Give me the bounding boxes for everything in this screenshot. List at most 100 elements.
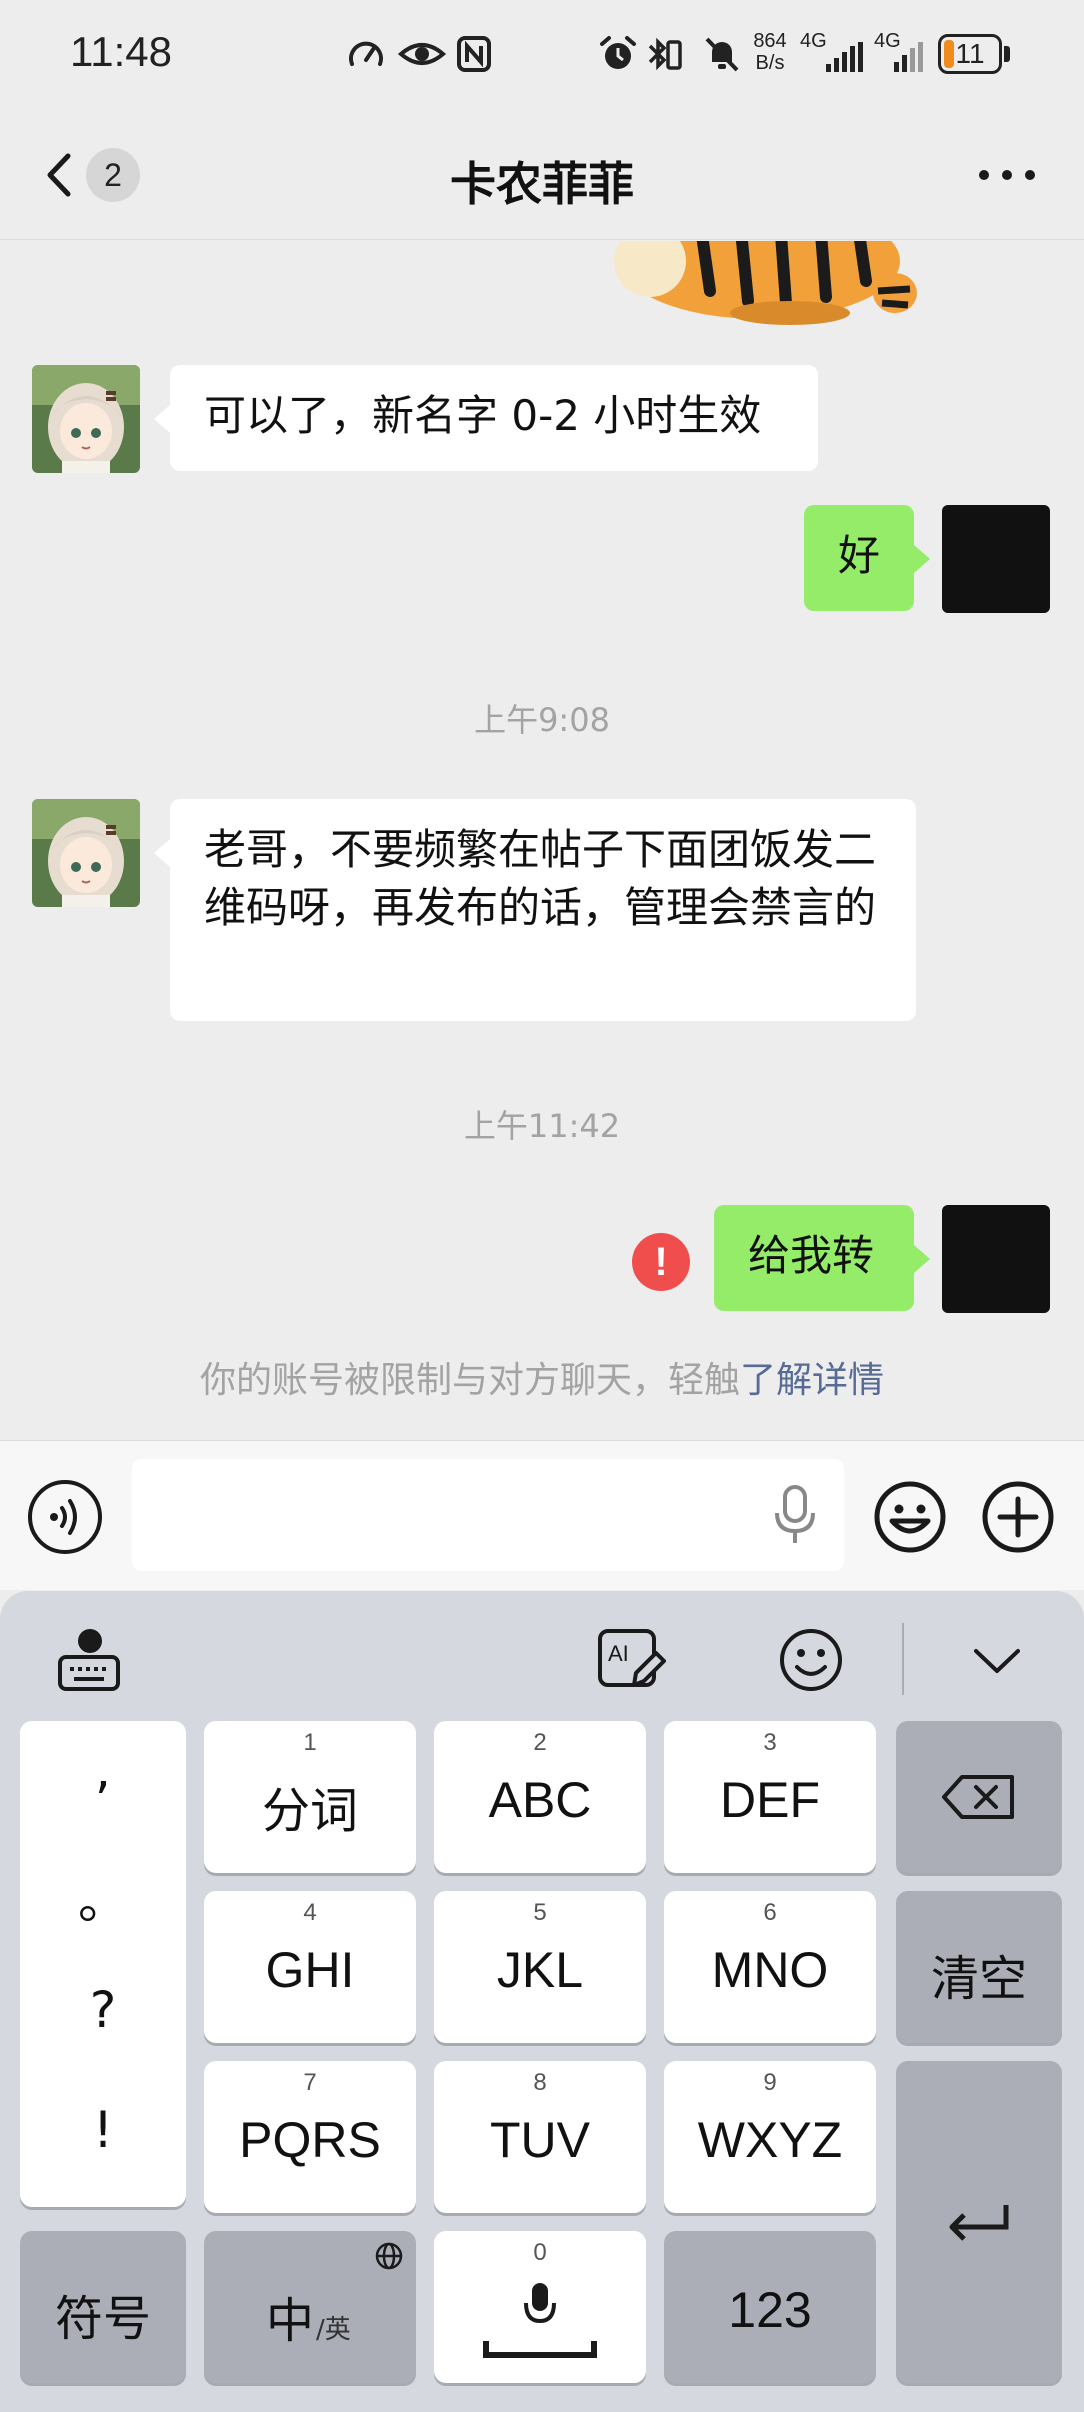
numbers-key[interactable]: 123 xyxy=(664,2231,876,2383)
backspace-key[interactable] xyxy=(896,1721,1062,1873)
emoji-icon[interactable] xyxy=(872,1479,948,1555)
key-number: 0 xyxy=(533,2239,547,2266)
bubble-tail xyxy=(154,405,170,433)
message-bubble-incoming[interactable]: 可以了，新名字 0-2 小时生效 xyxy=(170,365,818,471)
input-bar xyxy=(0,1440,1084,1590)
bubble-tail xyxy=(154,839,170,867)
key-label: 分词 xyxy=(261,1783,358,1839)
key-9-wxyz[interactable]: 9 WXYZ xyxy=(664,2061,876,2213)
clear-key-label: 清空 xyxy=(930,1951,1027,2007)
alarm-icon xyxy=(600,36,636,69)
enter-icon xyxy=(949,2205,1009,2241)
enter-key[interactable] xyxy=(896,2061,1062,2383)
mute-bell-icon xyxy=(705,37,739,72)
key-1-fenci[interactable]: 1 分词 xyxy=(204,1721,416,1873)
key-label: DEF xyxy=(720,1772,820,1828)
key-label: GHI xyxy=(265,1942,355,1998)
globe-icon xyxy=(375,2242,403,2270)
timestamp: 上午9:08 xyxy=(474,701,610,739)
svg-text:AI: AI xyxy=(608,1641,629,1666)
keyboard: AI , 。 ? ! 1 分词 2 ABC 3 DEF 4 GHI 5 JKL … xyxy=(0,1591,1084,2412)
key-number: 2 xyxy=(533,1729,547,1756)
network-type-1: 4G xyxy=(800,30,827,52)
key-number: 1 xyxy=(303,1729,317,1756)
restriction-text: 你的账号被限制与对方聊天，轻触 xyxy=(199,1360,740,1401)
status-bar: 11:48 864 B/s 4G 4G 11 xyxy=(0,0,1084,110)
status-time: 11:48 xyxy=(70,28,172,75)
microphone-icon[interactable] xyxy=(770,1483,820,1547)
voice-waves-icon xyxy=(50,1499,77,1535)
punctuation-column[interactable]: , 。 ? ! xyxy=(20,1721,186,2207)
bluetooth-icon xyxy=(648,37,682,71)
key-6-mno[interactable]: 6 MNO xyxy=(664,1891,876,2043)
my-avatar[interactable] xyxy=(942,1205,1050,1313)
key-5-jkl[interactable]: 5 JKL xyxy=(434,1891,646,2043)
key-3-def[interactable]: 3 DEF xyxy=(664,1721,876,1873)
keyboard-settings-icon[interactable] xyxy=(54,1625,124,1695)
numbers-key-label: 123 xyxy=(728,2282,812,2338)
bubble-tail xyxy=(914,545,930,573)
my-avatar[interactable] xyxy=(942,505,1050,613)
tiger-sticker-image[interactable] xyxy=(590,241,920,331)
key-2-abc[interactable]: 2 ABC xyxy=(434,1721,646,1873)
nfc-icon xyxy=(457,36,491,72)
battery-level: 11 xyxy=(955,38,985,69)
punct-period-key[interactable]: 。 xyxy=(20,1861,186,1933)
key-label: WXYZ xyxy=(697,2112,843,2168)
signal-1-icon xyxy=(826,42,863,72)
key-number: 5 xyxy=(533,1899,547,1926)
language-switch-key[interactable]: 中 /英 xyxy=(204,2231,416,2383)
key-4-ghi[interactable]: 4 GHI xyxy=(204,1891,416,2043)
key-label: MNO xyxy=(711,1942,829,1998)
lang-main-label: 中 xyxy=(266,2293,315,2349)
punct-comma-key[interactable]: , xyxy=(20,1741,186,1799)
ai-writing-icon[interactable]: AI xyxy=(596,1625,666,1695)
message-bubble-incoming[interactable]: 老哥，不要频繁在帖子下面团饭发二维码呀，再发布的话，管理会禁言的 xyxy=(170,799,916,1021)
keyboard-emoji-icon[interactable] xyxy=(776,1625,846,1695)
key-number: 8 xyxy=(533,2069,547,2096)
restriction-notice: 你的账号被限制与对方聊天，轻触了解详情 xyxy=(0,1351,1084,1403)
punct-question-key[interactable]: ? xyxy=(20,1981,186,2039)
speedometer-icon xyxy=(349,41,383,66)
symbols-key[interactable]: 符号 xyxy=(20,2231,186,2383)
battery-icon: 11 xyxy=(938,34,1002,74)
clear-key[interactable]: 清空 xyxy=(896,1891,1062,2043)
send-failed-icon[interactable]: ! xyxy=(632,1233,690,1291)
message-input[interactable] xyxy=(132,1459,844,1571)
key-number: 6 xyxy=(763,1899,777,1926)
symbols-key-label: 符号 xyxy=(54,2291,151,2347)
collapse-keyboard-icon[interactable] xyxy=(962,1625,1032,1695)
punct-exclaim-key[interactable]: ! xyxy=(20,2101,186,2159)
toolbar-divider xyxy=(902,1623,904,1695)
key-number: 7 xyxy=(303,2069,317,2096)
contact-avatar[interactable] xyxy=(32,799,140,907)
timestamp: 上午11:42 xyxy=(463,1107,621,1145)
space-voice-icon xyxy=(483,2283,597,2358)
message-list[interactable]: 可以了，新名字 0-2 小时生效 好 上午9:08 老哥，不要频繁在帖子下面团饭… xyxy=(0,241,1084,1439)
chat-title: 卡农菲菲 xyxy=(450,157,634,211)
add-attachment-icon[interactable] xyxy=(980,1479,1056,1555)
backspace-icon xyxy=(942,1775,1014,1819)
message-bubble-outgoing[interactable]: 好 xyxy=(804,505,914,611)
battery-nub xyxy=(1004,46,1010,62)
learn-more-link[interactable]: 了解详情 xyxy=(740,1360,884,1401)
space-key[interactable]: 0 xyxy=(434,2231,646,2383)
key-number: 9 xyxy=(763,2069,777,2096)
key-8-tuv[interactable]: 8 TUV xyxy=(434,2061,646,2213)
key-number: 3 xyxy=(763,1729,777,1756)
chat-header: 2 卡农菲菲 xyxy=(0,110,1084,240)
key-label: TUV xyxy=(490,2112,590,2168)
more-options-icon[interactable] xyxy=(972,160,1042,190)
key-number: 4 xyxy=(303,1899,317,1926)
contact-avatar[interactable] xyxy=(32,365,140,473)
lang-sub-label: /英 xyxy=(316,2315,351,2345)
voice-mode-button[interactable] xyxy=(28,1480,102,1554)
net-speed: 864 B/s xyxy=(753,30,787,74)
signal-2-icon xyxy=(894,42,923,72)
key-label: ABC xyxy=(488,1772,592,1828)
bubble-tail xyxy=(914,1245,930,1273)
eye-icon xyxy=(398,43,446,65)
key-7-pqrs[interactable]: 7 PQRS xyxy=(204,2061,416,2213)
key-label: PQRS xyxy=(239,2112,381,2168)
message-bubble-outgoing[interactable]: 给我转 xyxy=(714,1205,914,1311)
